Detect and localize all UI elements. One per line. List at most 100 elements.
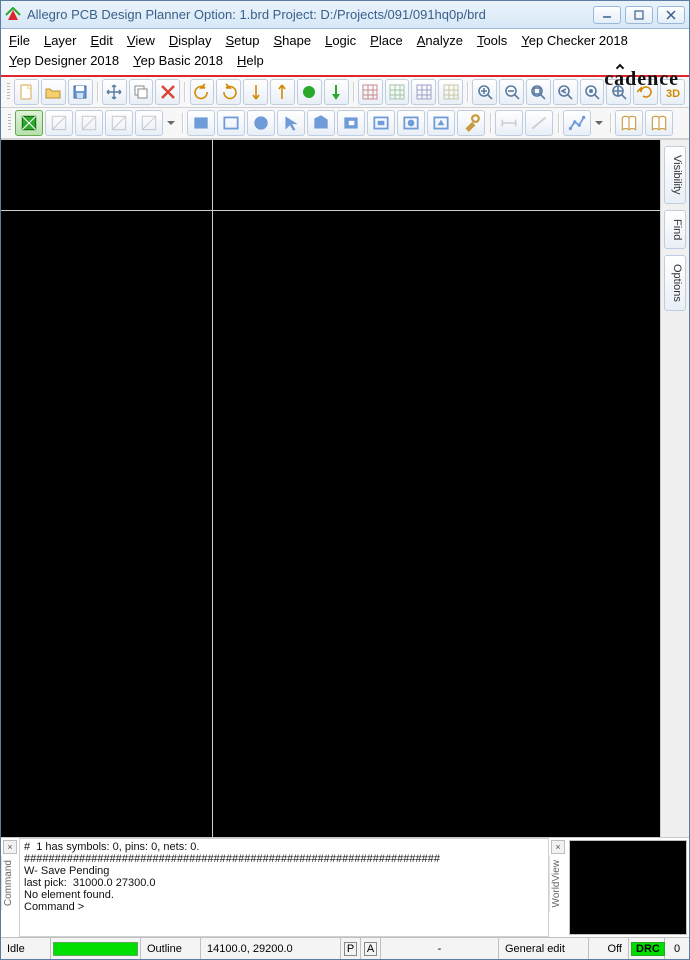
zoom-prev-icon[interactable] bbox=[553, 79, 578, 105]
status-state: Idle bbox=[1, 938, 51, 959]
move-icon[interactable] bbox=[102, 79, 127, 105]
menu-yep-designer-2018[interactable]: Yep Designer 2018 bbox=[9, 51, 119, 71]
shape-circle-icon[interactable] bbox=[247, 110, 275, 136]
shape-cut-icon[interactable] bbox=[337, 110, 365, 136]
status-drc[interactable]: DRC bbox=[629, 938, 665, 959]
app-icon bbox=[5, 7, 21, 23]
save-file-icon[interactable] bbox=[68, 79, 93, 105]
graph-icon[interactable] bbox=[563, 110, 591, 136]
status-flag-a[interactable]: A bbox=[361, 938, 381, 959]
toolbar-dropdown-arrow[interactable] bbox=[593, 110, 605, 136]
menu-display[interactable]: Display bbox=[169, 31, 212, 51]
menu-yep-checker-2018[interactable]: Yep Checker 2018 bbox=[521, 31, 628, 51]
menubar: File Layer Edit View Display Setup Shape Logic P… bbox=[1, 29, 689, 75]
layer-active-icon[interactable] bbox=[15, 110, 43, 136]
copy-icon[interactable] bbox=[129, 79, 154, 105]
grid-a-icon[interactable] bbox=[358, 79, 383, 105]
menu-view[interactable]: View bbox=[127, 31, 155, 51]
zoom-out-icon[interactable] bbox=[499, 79, 524, 105]
window-titlebar: Allegro PCB Design Planner Option: 1.brd… bbox=[1, 1, 689, 29]
worldview-label: WorldView bbox=[549, 856, 567, 911]
menu-place[interactable]: Place bbox=[370, 31, 403, 51]
menu-setup[interactable]: Setup bbox=[226, 31, 260, 51]
layer-5-icon[interactable] bbox=[135, 110, 163, 136]
grid-c-icon[interactable] bbox=[411, 79, 436, 105]
menu-analyze[interactable]: Analyze bbox=[417, 31, 463, 51]
console-line: Command > bbox=[24, 901, 544, 913]
void-poly-icon[interactable] bbox=[427, 110, 455, 136]
bottom-panel: × Command # 1 has symbols: 0, pins: 0, n… bbox=[1, 837, 689, 937]
shape-rect-icon[interactable] bbox=[217, 110, 245, 136]
toolbar-grip[interactable] bbox=[5, 79, 12, 105]
zoom-in-icon[interactable] bbox=[472, 79, 497, 105]
mirror-v-icon[interactable] bbox=[243, 79, 268, 105]
crosshair-horizontal bbox=[1, 210, 660, 211]
status-progress bbox=[51, 938, 141, 959]
toolbar-separator bbox=[465, 79, 470, 105]
menu-edit[interactable]: Edit bbox=[91, 31, 113, 51]
toolbar-grip[interactable] bbox=[5, 110, 13, 136]
zoom-fit-icon[interactable] bbox=[526, 79, 551, 105]
sidetab-find[interactable]: Find bbox=[664, 210, 686, 249]
book-a-icon[interactable] bbox=[615, 110, 643, 136]
void-rect-icon[interactable] bbox=[367, 110, 395, 136]
redo-icon[interactable] bbox=[216, 79, 241, 105]
toolbar-separator bbox=[607, 110, 613, 136]
undo-icon[interactable] bbox=[190, 79, 215, 105]
console-line: last pick: 31000.0 27300.0 bbox=[24, 877, 544, 889]
mirror-h-icon[interactable] bbox=[270, 79, 295, 105]
layer-3-icon[interactable] bbox=[75, 110, 103, 136]
menu-shape[interactable]: Shape bbox=[273, 31, 311, 51]
window-title: Allegro PCB Design Planner Option: 1.brd… bbox=[27, 7, 587, 22]
close-button[interactable] bbox=[657, 6, 685, 24]
side-tabs: Visibility Find Options bbox=[661, 140, 689, 837]
shape-rect-fill-icon[interactable] bbox=[187, 110, 215, 136]
menu-help[interactable]: Help bbox=[237, 51, 264, 71]
main-area: Visibility Find Options bbox=[1, 139, 689, 837]
design-canvas[interactable] bbox=[1, 140, 661, 837]
status-snap[interactable]: Off bbox=[589, 938, 629, 959]
menu-file[interactable]: File bbox=[9, 31, 30, 51]
drc-run-icon[interactable] bbox=[297, 79, 322, 105]
grid-b-icon[interactable] bbox=[385, 79, 410, 105]
toolbar-separator bbox=[487, 110, 493, 136]
console-close-button[interactable]: × bbox=[3, 840, 17, 854]
worldview-close-button[interactable]: × bbox=[551, 840, 565, 854]
status-drc-count: 0 bbox=[665, 938, 689, 959]
status-mode[interactable]: General edit bbox=[499, 938, 589, 959]
book-b-icon[interactable] bbox=[645, 110, 673, 136]
status-dash: - bbox=[381, 938, 499, 959]
shape-tool-icon[interactable] bbox=[457, 110, 485, 136]
worldview-panel[interactable] bbox=[569, 840, 687, 935]
brand-logo: cadence bbox=[604, 69, 679, 89]
grid-d-icon[interactable] bbox=[438, 79, 463, 105]
menu-tools[interactable]: Tools bbox=[477, 31, 507, 51]
sidetab-visibility[interactable]: Visibility bbox=[664, 146, 686, 204]
layer-2-icon[interactable] bbox=[45, 110, 73, 136]
maximize-button[interactable] bbox=[625, 6, 653, 24]
console-line: # 1 has symbols: 0, pins: 0, nets: 0. bbox=[24, 841, 544, 853]
status-layer[interactable]: Outline bbox=[141, 938, 201, 959]
void-circle-icon[interactable] bbox=[397, 110, 425, 136]
menu-logic[interactable]: Logic bbox=[325, 31, 356, 51]
menu-yep-basic-2018[interactable]: Yep Basic 2018 bbox=[133, 51, 223, 71]
zoom-sel-icon[interactable] bbox=[580, 79, 605, 105]
toolbar-dropdown-arrow[interactable] bbox=[165, 110, 177, 136]
open-file-icon[interactable] bbox=[41, 79, 66, 105]
console-output[interactable]: # 1 has symbols: 0, pins: 0, nets: 0.###… bbox=[19, 838, 549, 937]
pin-icon[interactable] bbox=[324, 79, 349, 105]
status-flag-p[interactable]: P bbox=[341, 938, 361, 959]
minimize-button[interactable] bbox=[593, 6, 621, 24]
shape-poly-icon[interactable] bbox=[307, 110, 335, 136]
sidetab-options[interactable]: Options bbox=[664, 255, 686, 311]
layer-4-icon[interactable] bbox=[105, 110, 133, 136]
toolbar-separator bbox=[179, 110, 185, 136]
dim-a-icon[interactable] bbox=[495, 110, 523, 136]
toolbar-separator bbox=[351, 79, 356, 105]
new-file-icon[interactable] bbox=[14, 79, 39, 105]
delete-icon[interactable] bbox=[155, 79, 180, 105]
dim-b-icon[interactable] bbox=[525, 110, 553, 136]
menu-layer[interactable]: Layer bbox=[44, 31, 77, 51]
select-icon[interactable] bbox=[277, 110, 305, 136]
layer-shape-toolbar bbox=[1, 108, 689, 139]
